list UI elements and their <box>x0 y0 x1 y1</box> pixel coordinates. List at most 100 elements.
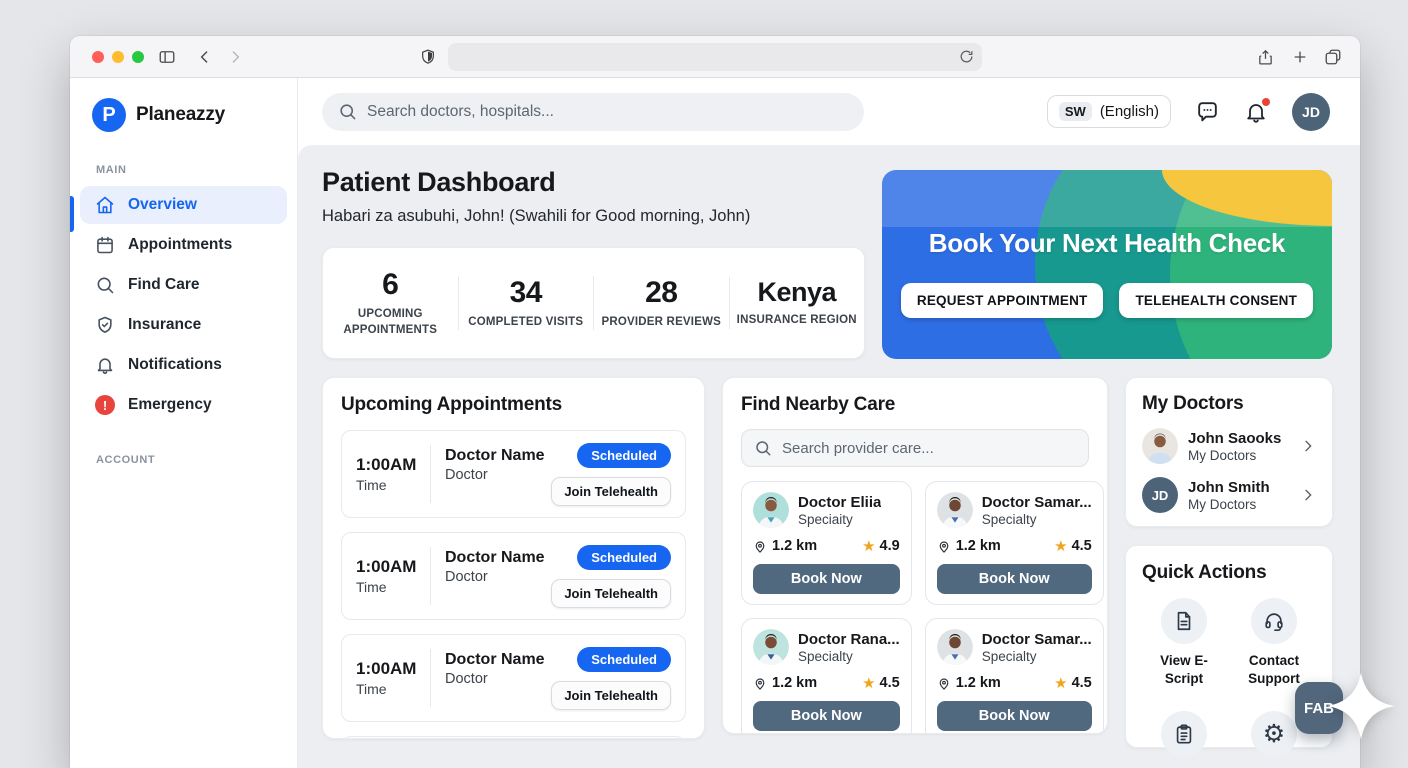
doctor-rating: 4.5 <box>880 675 900 691</box>
sidebar-toggle-icon[interactable] <box>158 48 176 66</box>
search-input[interactable] <box>367 103 848 121</box>
my-doctor-row[interactable]: JD John Smith My Doctors <box>1142 477 1316 513</box>
request-appointment-button[interactable]: REQUEST APPOINTMENT <box>901 283 1104 318</box>
provider-search-input[interactable] <box>782 440 1076 457</box>
doctor-rating: 4.9 <box>880 538 900 554</box>
traffic-lights <box>92 51 144 63</box>
sidebar-item-insurance[interactable]: Insurance <box>80 306 287 344</box>
calendar-icon <box>95 235 115 255</box>
doctor-name: John Smith <box>1188 479 1290 496</box>
appointment-row: 1:00AM Time Doctor Name Doctor Scheduled… <box>341 634 686 722</box>
sidebar: P Planeazzy MAIN Overview Appointments <box>70 78 298 768</box>
minimize-window-button[interactable] <box>112 51 124 63</box>
sidebar-item-find-care[interactable]: Find Care <box>80 266 287 304</box>
sidebar-item-appointments[interactable]: Appointments <box>80 226 287 264</box>
new-tab-icon[interactable] <box>1292 49 1308 65</box>
doctor-distance: 1.2 km <box>956 675 1001 691</box>
status-badge: Scheduled <box>577 647 671 672</box>
doctor-distance: 1.2 km <box>956 538 1001 554</box>
doctor-name: Doctor Samar... <box>982 494 1092 511</box>
alert-circle-icon: ! <box>95 395 115 415</box>
doctor-rating: 4.5 <box>1072 538 1092 554</box>
my-doctors-card: My Doctors John Saooks My Doctors <box>1125 377 1333 527</box>
quick-action-contact-support[interactable]: Contact Support <box>1232 598 1316 687</box>
doctor-name: Doctor Rana... <box>798 631 900 648</box>
quick-action-report[interactable]: Report <box>1142 711 1226 768</box>
my-doctor-row[interactable]: John Saooks My Doctors <box>1142 428 1316 464</box>
book-now-button[interactable]: Book Now <box>753 701 900 731</box>
cursor-sparkle-icon <box>1326 671 1396 741</box>
doctor-sub: My Doctors <box>1188 497 1290 512</box>
share-icon[interactable] <box>1257 48 1274 67</box>
join-telehealth-button[interactable]: Join Telehealth <box>551 681 671 710</box>
doctor-card: Doctor Samar... Specialty 1.2 km ★ <box>925 618 1104 734</box>
search-icon <box>95 275 115 295</box>
sidebar-item-label: Overview <box>128 196 197 214</box>
active-indicator-bar <box>70 196 74 232</box>
sidebar-item-label: Find Care <box>128 276 199 294</box>
tabs-icon[interactable] <box>1324 48 1342 66</box>
document-icon <box>1161 598 1207 644</box>
doctor-specialty: Specialty <box>982 649 1092 664</box>
book-now-button[interactable]: Book Now <box>937 701 1092 731</box>
sidebar-item-label: Emergency <box>128 396 212 414</box>
stat-value: 34 <box>465 276 588 310</box>
reload-icon[interactable] <box>959 49 974 64</box>
appointment-row-clipped <box>341 736 686 739</box>
stat-label: PROVIDER REVIEWS <box>600 314 723 330</box>
sidebar-item-label: Notifications <box>128 356 222 374</box>
quick-action-view-escript[interactable]: View E-Script <box>1142 598 1226 687</box>
upcoming-appointments-card: Upcoming Appointments 1:00AM Time Doctor… <box>322 377 705 739</box>
join-telehealth-button[interactable]: Join Telehealth <box>551 477 671 506</box>
close-window-button[interactable] <box>92 51 104 63</box>
doctor-specialty: Specialty <box>982 512 1092 527</box>
language-label: (English) <box>1100 103 1159 120</box>
book-now-button[interactable]: Book Now <box>937 564 1092 594</box>
telehealth-consent-button[interactable]: TELEHEALTH CONSENT <box>1119 283 1313 318</box>
language-selector[interactable]: SW (English) <box>1047 95 1171 128</box>
brand-logo-row[interactable]: P Planeazzy <box>70 78 297 148</box>
shield-icon[interactable] <box>420 47 436 66</box>
stat-label: INSURANCE REGION <box>736 312 859 328</box>
search-icon <box>754 439 772 457</box>
zoom-window-button[interactable] <box>132 51 144 63</box>
status-badge: Scheduled <box>577 545 671 570</box>
global-search[interactable] <box>322 93 864 131</box>
sidebar-item-label: Appointments <box>128 236 232 254</box>
appointment-doctor: Doctor Name <box>445 549 551 567</box>
banner-title: Book Your Next Health Check <box>882 228 1332 259</box>
chevron-right-icon <box>1300 438 1316 454</box>
notifications-bell-icon[interactable] <box>1244 100 1268 124</box>
appointment-row: 1:00AM Time Doctor Name Doctor Scheduled… <box>341 430 686 518</box>
book-now-button[interactable]: Book Now <box>753 564 900 594</box>
sidebar-item-label: Insurance <box>128 316 201 334</box>
stat-insurance-region: Kenya INSURANCE REGION <box>729 277 865 328</box>
doctor-name: John Saooks <box>1188 430 1290 447</box>
url-field[interactable] <box>448 43 982 71</box>
promo-banner: Book Your Next Health Check REQUEST APPO… <box>882 170 1332 359</box>
stat-value: Kenya <box>736 277 859 308</box>
provider-search[interactable] <box>741 429 1089 467</box>
doctor-card: Doctor Rana... Specialty 1.2 km ★ <box>741 618 912 734</box>
sidebar-item-emergency[interactable]: ! Emergency <box>80 386 287 424</box>
star-icon: ★ <box>1054 537 1067 555</box>
forward-icon[interactable] <box>227 49 243 65</box>
join-telehealth-button[interactable]: Join Telehealth <box>551 579 671 608</box>
stat-label: COMPLETED VISITS <box>465 314 588 330</box>
back-icon[interactable] <box>197 49 213 65</box>
doctor-specialty: Speciaity <box>798 512 881 527</box>
section-heading: Quick Actions <box>1142 562 1316 584</box>
sidebar-item-notifications[interactable]: Notifications <box>80 346 287 384</box>
appointment-time-label: Time <box>356 579 422 595</box>
messages-icon[interactable] <box>1195 99 1220 124</box>
browser-chrome <box>70 36 1360 78</box>
sidebar-section-account: ACCOUNT <box>70 438 297 474</box>
user-avatar[interactable]: JD <box>1292 93 1330 131</box>
sidebar-item-overview[interactable]: Overview <box>80 186 287 224</box>
appointment-time-label: Time <box>356 681 422 697</box>
notification-badge <box>1260 96 1272 108</box>
planeazzy-logo-icon: P <box>92 98 126 132</box>
page-title: Patient Dashboard <box>322 167 555 198</box>
appointment-time: 1:00AM <box>356 455 422 475</box>
appointment-doctor: Doctor Name <box>445 651 551 669</box>
